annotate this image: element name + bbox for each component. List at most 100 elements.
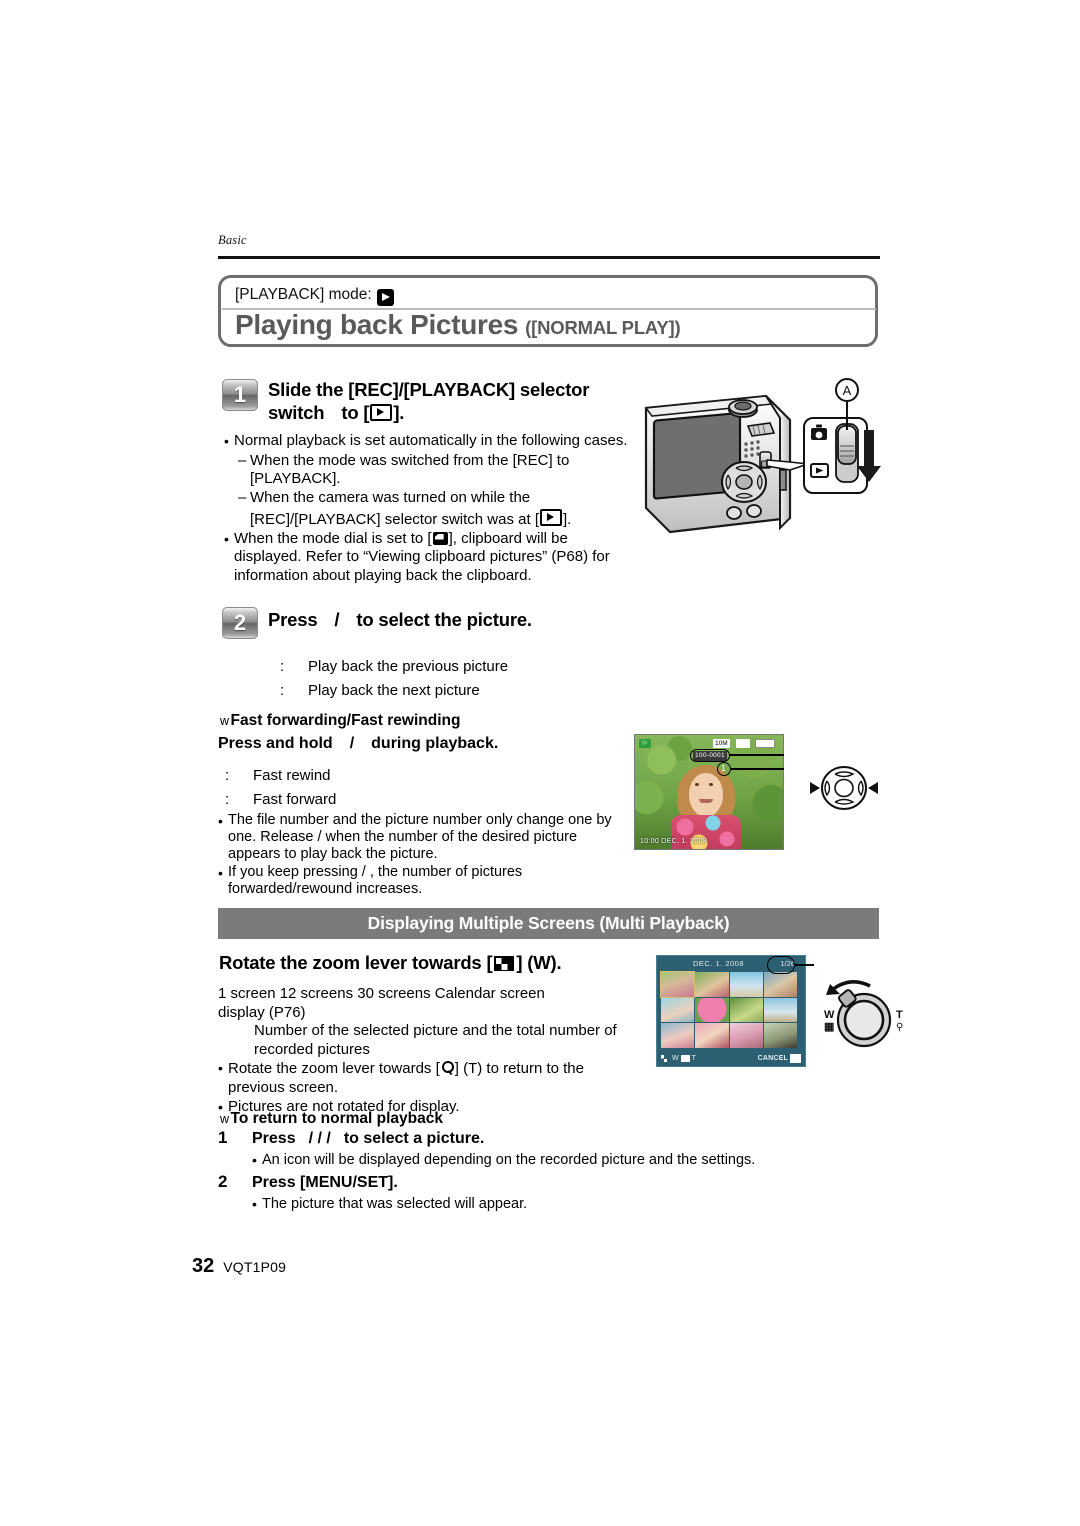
playback-status-icon: ▷ xyxy=(639,739,651,748)
key-colon: : xyxy=(225,791,230,808)
bullet-text: The file number and the picture number o… xyxy=(228,812,612,862)
multi-screen-icon xyxy=(661,1055,670,1062)
clipboard-icon xyxy=(432,531,448,545)
single-screen-icon xyxy=(680,1055,690,1062)
photo-subject-eye xyxy=(709,783,713,786)
step-text-slashes: / / / xyxy=(308,1130,331,1147)
thumbnail-cell[interactable] xyxy=(695,997,729,1023)
ff-press-b: during playback. xyxy=(371,735,499,752)
footer-page-number: 32 xyxy=(192,1255,215,1277)
multi-screen-icon xyxy=(494,956,515,971)
running-head: Basic xyxy=(218,233,247,247)
fast-forward-instruction: Press and hold / during playback. xyxy=(218,735,498,753)
page-title: Playing back Pictures ([NORMAL PLAY]) xyxy=(235,309,681,345)
sub-bullet-item: – When the camera was turned on while th… xyxy=(224,489,634,530)
multi-playback-heading: Rotate the zoom lever towards [ ] (W). xyxy=(219,952,562,974)
callout-leader-line xyxy=(730,768,784,770)
step-1-body: • Normal playback is set automatically i… xyxy=(224,432,634,586)
return-heading-text: To return to normal playback xyxy=(230,1110,443,1127)
thumbnail-cell[interactable] xyxy=(661,997,695,1023)
step-note: • The picture that was selected will app… xyxy=(218,1195,858,1214)
fast-forward-heading-text: Fast forwarding/Fast rewinding xyxy=(230,712,461,729)
thumbnail-cell[interactable] xyxy=(729,997,763,1023)
thumbnail-cell[interactable] xyxy=(661,1023,695,1048)
fast-forward-key-list: : Fast rewind : Fast forward xyxy=(225,764,336,812)
bullet-dot: • xyxy=(218,865,223,881)
w-marker: w xyxy=(220,1112,230,1126)
resolution-label: 10M xyxy=(713,739,730,748)
right-arrow-icon xyxy=(868,782,878,794)
numbered-step: 1 Press / / / to select a picture. xyxy=(218,1128,858,1148)
key-line: : Fast forward xyxy=(225,788,336,812)
thumbnail-cell[interactable] xyxy=(763,997,797,1023)
key-line: : Fast rewind xyxy=(225,764,336,788)
bullet-text: If you keep pressing / , the number of p… xyxy=(228,864,523,897)
step-note: • An icon will be displayed depending on… xyxy=(218,1151,858,1170)
bullet-text: Normal playback is set automatically in … xyxy=(234,432,628,449)
step-badge-1: 1 xyxy=(222,379,258,411)
thumbnail-cell[interactable] xyxy=(729,972,763,997)
step-1-heading-line1: Slide the [REC]/[PLAYBACK] selector xyxy=(268,379,590,400)
screen-footer-bar: W T CANCEL xyxy=(661,1053,801,1064)
photo-subject-face xyxy=(689,773,723,817)
photo-subject-eye xyxy=(695,783,699,786)
bullet-dot: • xyxy=(252,1196,257,1212)
quality-icon xyxy=(736,739,750,748)
thumbnail-cell[interactable] xyxy=(729,1023,763,1048)
step-1-heading-line2a: switch xyxy=(268,402,325,423)
key-desc: Play back the next picture xyxy=(308,682,480,699)
screen-flow-line-2: display (P76) xyxy=(218,1003,306,1021)
multi-heading-a: Rotate the zoom lever towards [ xyxy=(219,952,493,973)
thumbnail-grid xyxy=(659,971,797,1048)
sub-bullet-text-part: When the camera was turned on while the … xyxy=(250,488,539,529)
w-label: W xyxy=(672,1055,679,1062)
thumbnail-cell[interactable] xyxy=(695,972,729,997)
sub-bullet-text: When the mode was switched from the [REC… xyxy=(250,451,570,488)
key-colon: : xyxy=(280,682,285,699)
thumbnail-cell[interactable] xyxy=(763,972,797,997)
bullet-dot: • xyxy=(252,1152,257,1168)
counter-explanation: Number of the selected picture and the t… xyxy=(254,1022,617,1058)
fast-forward-heading: wFast forwarding/Fast rewinding xyxy=(220,712,460,730)
zoom-lever-illustration: W ▦ T ⚲ xyxy=(812,962,912,1062)
cancel-label: CANCEL xyxy=(757,1055,788,1062)
multi-heading-b: ] (W). xyxy=(516,952,562,973)
thumbnail-cell[interactable] xyxy=(659,971,696,998)
lever-magnifier-icon: ⚲ xyxy=(896,1022,903,1033)
step-1-heading: Slide the [REC]/[PLAYBACK] selector swit… xyxy=(268,378,628,424)
key-desc: Play back the previous picture xyxy=(308,658,509,675)
bullet-dot: • xyxy=(224,530,229,547)
w-marker: w xyxy=(220,714,230,728)
sub-bullet-text: When the camera was turned on while the … xyxy=(250,489,634,530)
step-1-heading-line2c: ]. xyxy=(393,402,405,423)
key-desc: Fast forward xyxy=(253,791,337,808)
counter-callout-circle xyxy=(767,956,795,974)
bullet-item: • Normal playback is set automatically i… xyxy=(224,432,634,451)
key-colon: : xyxy=(280,658,285,675)
step-number: 1 xyxy=(218,1128,228,1147)
ff-press-slash: / xyxy=(349,735,355,752)
playback-mode-line: [PLAYBACK] mode: xyxy=(235,281,394,308)
return-to-normal-heading: wTo return to normal playback xyxy=(220,1110,443,1128)
thumbnail-cell[interactable] xyxy=(763,1023,797,1048)
playback-mode-label: [PLAYBACK] mode: xyxy=(235,285,372,303)
photo-subject-mouth xyxy=(699,799,713,803)
bullet-text: When the mode dial is set to [], clipboa… xyxy=(234,530,634,586)
bullet-item: • Rotate the zoom lever towards [] (T) t… xyxy=(218,1059,638,1097)
camera-illustration: A xyxy=(640,378,890,568)
step-2-heading: Press / to select the picture. xyxy=(268,609,532,631)
bullet-text-part: When the mode dial is set to [ xyxy=(234,529,432,547)
multi-playback-screen-illustration: DEC. 1. 2008 1/26 W T CANCEL xyxy=(656,955,814,1067)
step-text-b: to select a picture. xyxy=(343,1130,485,1147)
step-note-text: An icon will be displayed depending on t… xyxy=(262,1152,756,1168)
page-title-main: Playing back Pictures xyxy=(235,309,519,340)
picture-number-callout-circle xyxy=(717,762,731,776)
multi-playback-body: 1 screen 12 screens 30 screens Calendar … xyxy=(218,985,638,1118)
step-badge-2: 2 xyxy=(222,607,258,639)
bullet-item: • If you keep pressing / , the number of… xyxy=(218,864,633,898)
screen-flow-line: 1 screen 12 screens 30 screens Calendar … xyxy=(218,985,545,1002)
sub-bullet-text-tail: ]. xyxy=(562,511,572,528)
numbered-step: 2 Press [MENU/SET]. xyxy=(218,1172,858,1192)
play-icon xyxy=(539,509,562,526)
thumbnail-cell[interactable] xyxy=(695,1023,729,1048)
